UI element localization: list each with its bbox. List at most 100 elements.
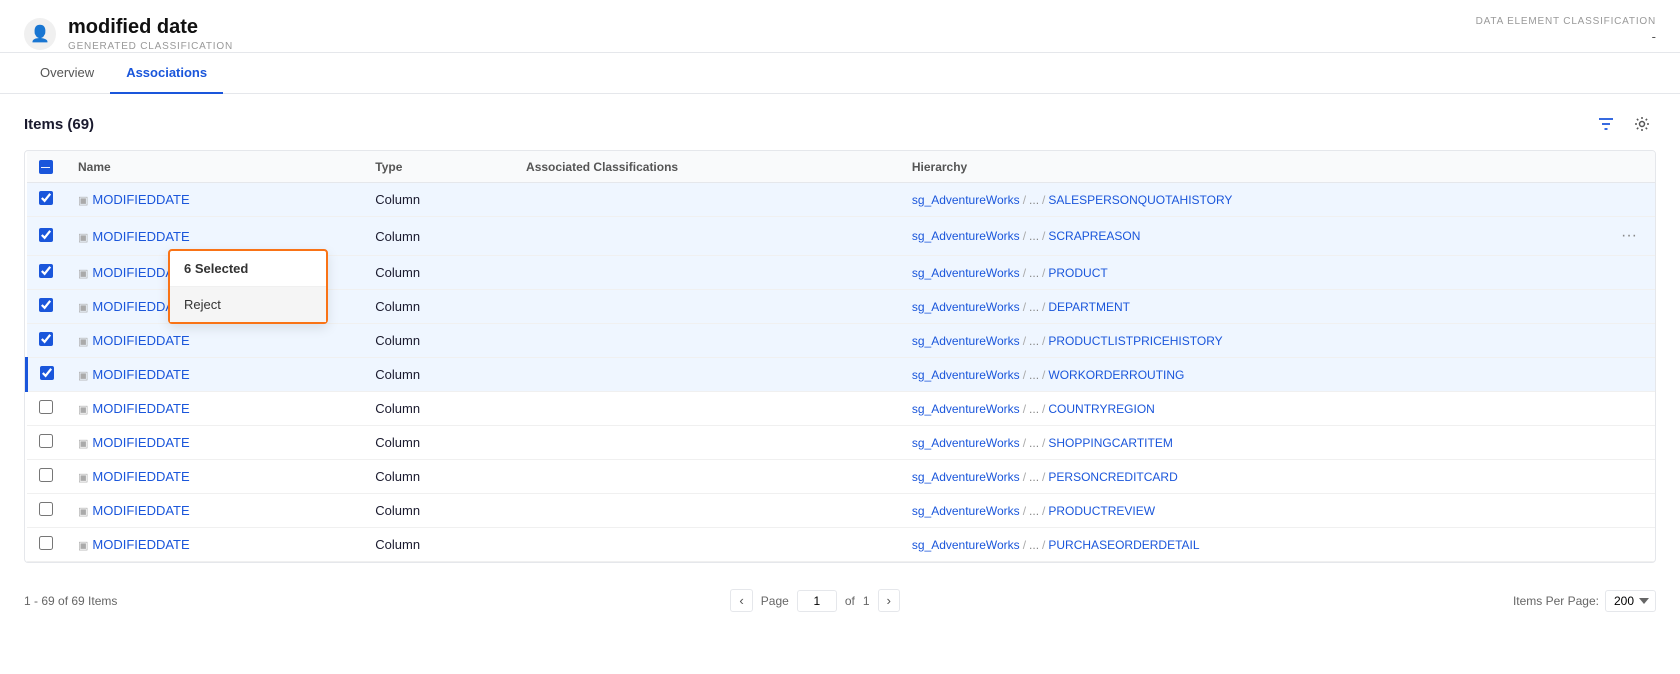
row-type-cell: Column [363,392,514,426]
row-name-cell: ▣MODIFIEDDATE [66,358,363,392]
filter-button[interactable] [1592,110,1620,138]
page-header: 👤 modified date GENERATED CLASSIFICATION… [0,0,1680,53]
row-checkbox-cell [27,256,67,290]
tab-bar: Overview Associations [0,53,1680,94]
table-body: ▣ MODIFIEDDATE Column sg_AdventureWorks/.… [27,183,1656,562]
row-checkbox[interactable] [39,434,53,448]
row-name-cell: ▣MODIFIEDDATE [66,392,363,426]
row-type-cell: Column [363,183,514,217]
row-checkbox-cell [27,324,67,358]
row-name[interactable]: MODIFIEDDATE [92,192,189,207]
items-actions [1592,110,1656,138]
row-checkbox-cell [27,494,67,528]
row-assoc-cell [514,426,900,460]
settings-button[interactable] [1628,110,1656,138]
classification-label: DATA ELEMENT CLASSIFICATION [1476,16,1656,27]
title-block: modified date GENERATED CLASSIFICATION [68,16,233,52]
items-table: Name Type Associated Classifications Hie… [25,151,1655,562]
row-checkbox[interactable] [40,366,54,380]
table-row: ▣MODIFIEDDATE Column sg_AdventureWorks/.… [27,358,1656,392]
row-name[interactable]: MODIFIEDDATE [92,333,189,348]
column-icon: ▣ [78,195,88,207]
row-assoc-cell [514,256,900,290]
row-hierarchy-cell: sg_AdventureWorks/.../PRODUCT [900,256,1655,290]
entity-icon: 👤 [24,18,56,50]
table-wrapper[interactable]: Name Type Associated Classifications Hie… [25,151,1655,562]
row-name[interactable]: MODIFIEDDATE [92,367,189,382]
row-checkbox-cell [27,183,67,217]
row-checkbox[interactable] [39,264,53,278]
hierarchy-path: sg_AdventureWorks/.../SCRAPREASON [912,229,1141,243]
table-row: ▣MODIFIEDDATE Column sg_AdventureWorks/.… [27,324,1656,358]
table-row: ▣MODIFIEDDATE Column sg_AdventureWorks/.… [27,426,1656,460]
prev-page-button[interactable]: ‹ [730,589,752,612]
column-icon: ▣ [78,302,88,314]
row-checkbox[interactable] [39,502,53,516]
row-checkbox[interactable] [39,468,53,482]
header-type: Type [363,151,514,183]
hierarchy-path: sg_AdventureWorks/.../PURCHASEORDERDETAI… [912,538,1200,552]
table-row: ▣MODIFIEDDATE Column sg_AdventureWorks/.… [27,494,1656,528]
row-assoc-cell [514,494,900,528]
row-hierarchy-cell: sg_AdventureWorks/.../PRODUCTREVIEW [900,494,1655,528]
row-assoc-cell [514,324,900,358]
table-row: ▣MODIFIEDDATE Column sg_AdventureWorks/.… [27,528,1656,562]
row-checkbox[interactable] [39,400,53,414]
row-hierarchy-cell: sg_AdventureWorks/.../PURCHASEORDERDETAI… [900,528,1655,562]
tab-overview[interactable]: Overview [24,53,110,94]
row-checkbox[interactable] [39,228,53,242]
row-checkbox[interactable] [39,191,53,205]
page-footer: 1 - 69 of 69 Items ‹ Page of 1 › Items P… [0,579,1680,622]
table-header: Name Type Associated Classifications Hie… [27,151,1656,183]
row-checkbox[interactable] [39,298,53,312]
row-name[interactable]: MODIFIEDDATE [92,537,189,552]
row-name[interactable]: MODIFIEDDATE [92,229,189,244]
next-page-button[interactable]: › [878,589,900,612]
header-left: 👤 modified date GENERATED CLASSIFICATION [24,16,233,52]
row-hierarchy-cell: sg_AdventureWorks/.../PRODUCTLISTPRICEHI… [900,324,1655,358]
items-per-page-section: Items Per Page: 50 100 200 500 [1513,590,1656,612]
row-assoc-cell [514,392,900,426]
page-total: 1 [863,594,870,608]
row-checkbox[interactable] [39,332,53,346]
header-associated-classifications: Associated Classifications [514,151,900,183]
row-assoc-cell [514,290,900,324]
dropdown-reject-item[interactable]: Reject [170,287,326,322]
row-assoc-cell [514,217,900,256]
row-menu-button[interactable]: ··· [1615,225,1643,247]
header-checkbox[interactable] [39,160,53,174]
page-label: Page [761,594,789,608]
row-name[interactable]: MODIFIEDDATE [92,435,189,450]
row-type-cell: Column [363,217,514,256]
row-name-cell: ▣ MODIFIEDDATE [66,494,363,528]
header-name: Name [66,151,363,183]
row-hierarchy-cell: sg_AdventureWorks/.../SHOPPINGCARTITEM [900,426,1655,460]
classification-panel: DATA ELEMENT CLASSIFICATION - [1476,16,1656,44]
header-hierarchy: Hierarchy [900,151,1655,183]
row-checkbox-cell [27,392,67,426]
hierarchy-path: sg_AdventureWorks/.../DEPARTMENT [912,300,1130,314]
page-number-input[interactable] [797,590,837,612]
row-type-cell: Column [363,426,514,460]
row-checkbox-cell [27,217,67,256]
row-checkbox[interactable] [39,536,53,550]
row-name[interactable]: MODIFIEDDATE [92,401,189,416]
column-icon: ▣ [78,506,88,518]
header-checkbox-col [27,151,67,183]
items-per-page-label: Items Per Page: [1513,594,1599,608]
column-icon: ▣ [78,268,88,280]
row-name-cell: ▣MODIFIEDDATE [66,460,363,494]
row-hierarchy-cell: sg_AdventureWorks/.../SALESPERSONQUOTAHI… [900,183,1655,217]
dropdown-selected-count: 6 Selected [170,251,326,287]
row-name-cell: ▣ MODIFIEDDATE [66,324,363,358]
column-icon: ▣ [78,336,88,348]
hierarchy-path: sg_AdventureWorks/.../PRODUCTLISTPRICEHI… [912,334,1223,348]
tab-associations[interactable]: Associations [110,53,223,94]
row-type-cell: Column [363,460,514,494]
row-hierarchy-cell: sg_AdventureWorks/.../SCRAPREASON ··· [900,217,1655,255]
row-hierarchy-cell: sg_AdventureWorks/.../PERSONCREDITCARD [900,460,1655,494]
row-name[interactable]: MODIFIEDDATE [92,469,189,484]
row-name[interactable]: MODIFIEDDATE [92,503,189,518]
items-per-page-select[interactable]: 50 100 200 500 [1605,590,1656,612]
table-row: ▣MODIFIEDDATE Column sg_AdventureWorks/.… [27,392,1656,426]
